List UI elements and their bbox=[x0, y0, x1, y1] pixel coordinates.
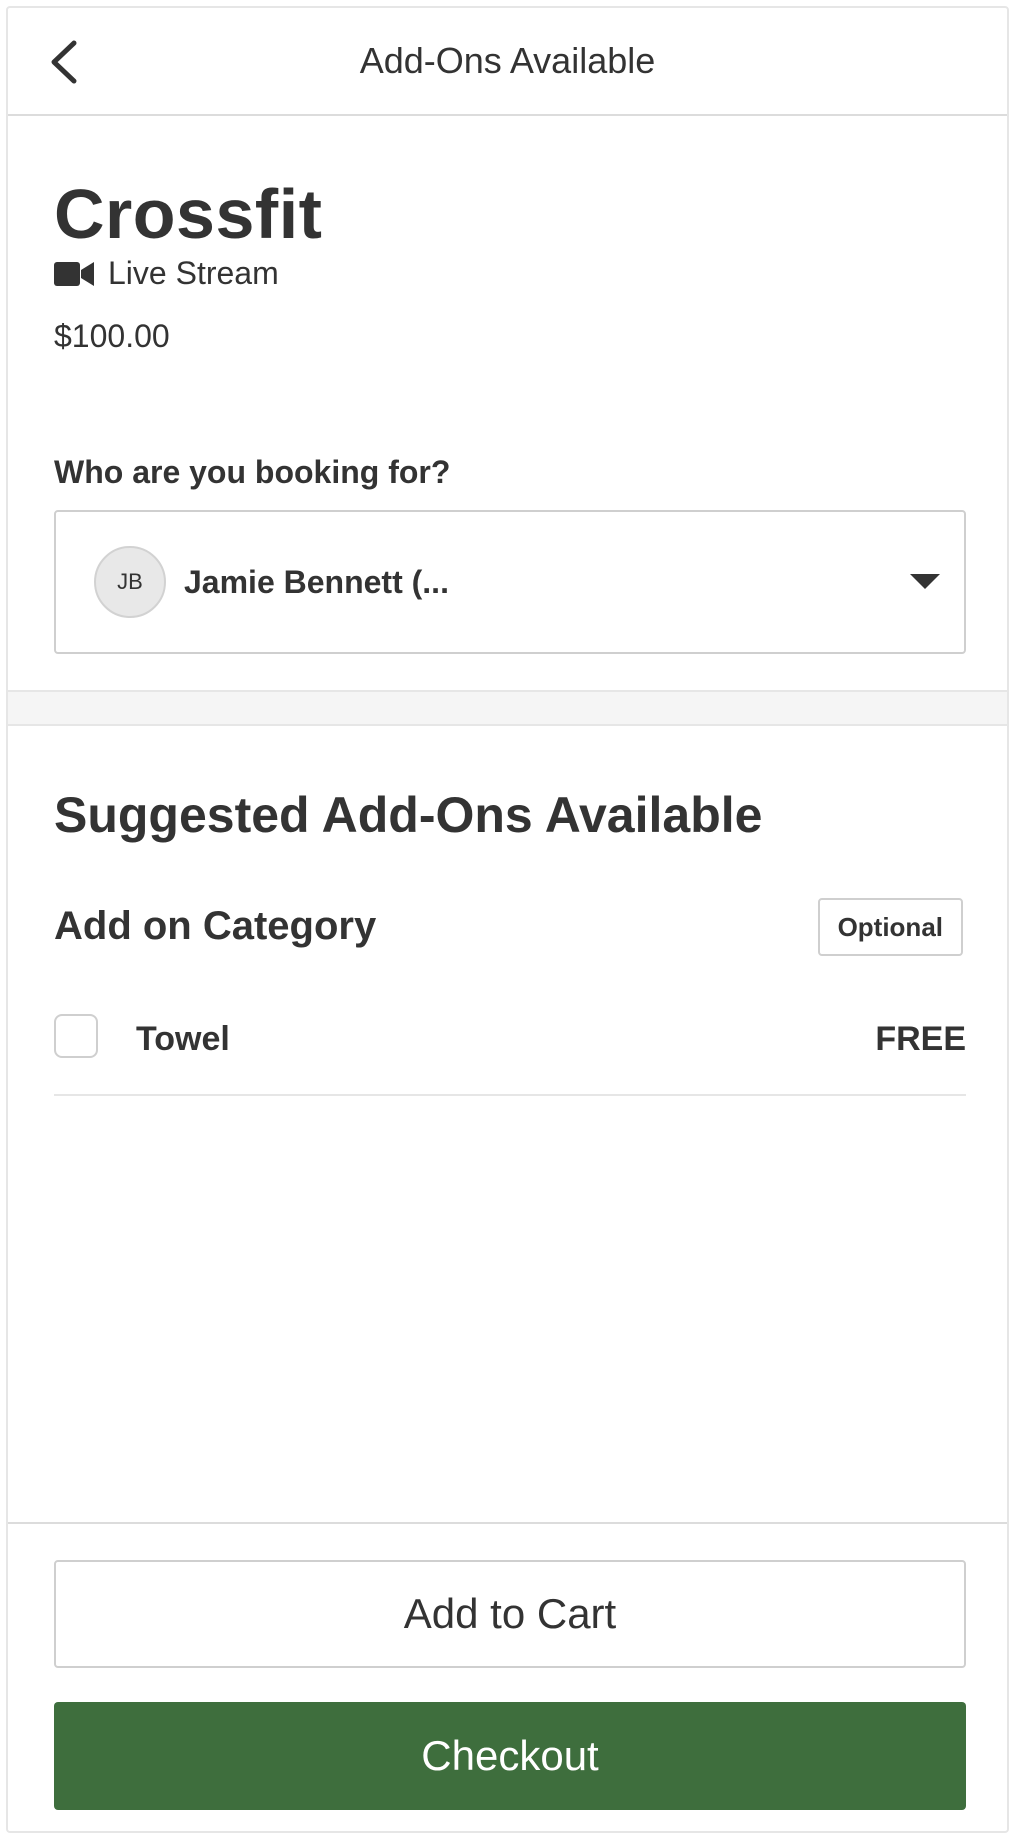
video-camera-icon bbox=[54, 261, 94, 286]
stream-type: Live Stream bbox=[54, 255, 279, 292]
booking-for-select[interactable]: JB Jamie Bennett (... bbox=[54, 510, 966, 654]
class-price: $100.00 bbox=[54, 318, 170, 354]
app-screen: Add-Ons Available Crossfit Live Stream $… bbox=[6, 6, 1009, 1833]
optional-badge: Optional bbox=[817, 898, 963, 956]
selected-person: Jamie Bennett (... bbox=[184, 564, 449, 600]
addon-item-towel[interactable]: Towel FREE bbox=[54, 1008, 966, 1096]
checkout-button[interactable]: Checkout bbox=[54, 1702, 966, 1810]
addon-item-label: Towel bbox=[136, 1020, 230, 1058]
avatar: JB bbox=[94, 546, 166, 618]
stream-label: Live Stream bbox=[108, 255, 279, 291]
section-divider bbox=[8, 690, 1007, 726]
footer-divider bbox=[8, 1522, 1007, 1524]
top-bar: Add-Ons Available bbox=[8, 8, 1007, 116]
addon-item-price: FREE bbox=[875, 1020, 966, 1058]
addon-category-title: Add on Category bbox=[54, 904, 377, 948]
class-title: Crossfit bbox=[54, 175, 323, 253]
add-to-cart-button[interactable]: Add to Cart bbox=[54, 1560, 966, 1668]
towel-checkbox[interactable] bbox=[54, 1014, 98, 1058]
booking-for-label: Who are you booking for? bbox=[54, 454, 451, 490]
caret-down-icon bbox=[910, 574, 940, 589]
addons-heading: Suggested Add-Ons Available bbox=[54, 787, 763, 843]
page-title: Add-Ons Available bbox=[359, 40, 656, 81]
